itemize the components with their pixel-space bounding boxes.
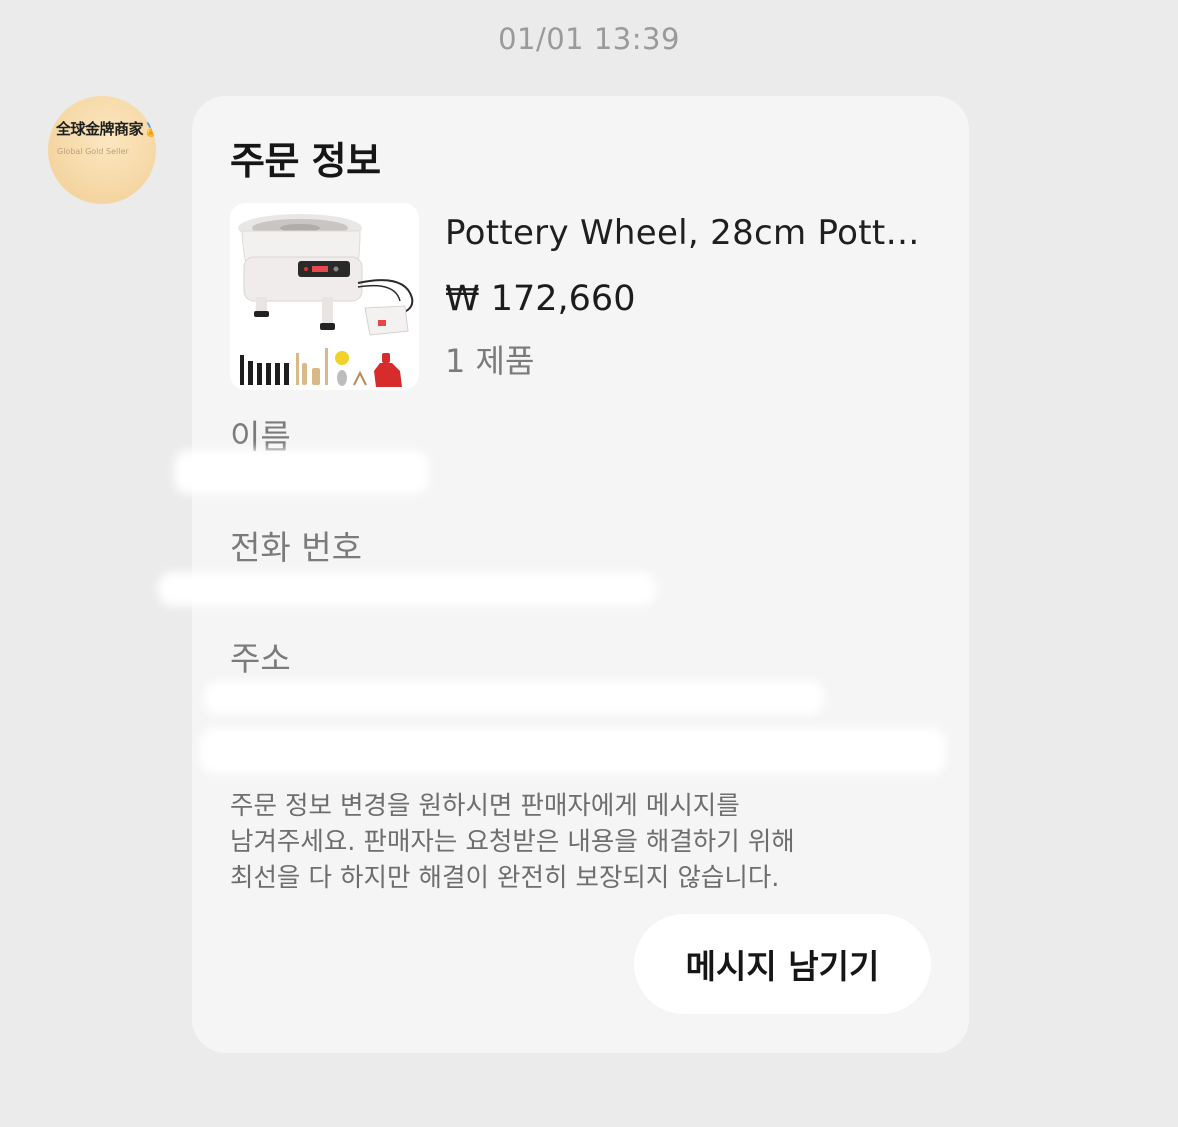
seller-badge-subtitle: Global Gold Seller bbox=[57, 147, 129, 156]
notice-line: 남겨주세요. 판매자는 요청받은 내용을 해결하기 위해 bbox=[230, 827, 795, 857]
name-value-redacted bbox=[174, 450, 429, 494]
phone-value-redacted bbox=[158, 572, 656, 606]
seller-avatar[interactable]: 全球金牌商家🏅 Global Gold Seller bbox=[48, 96, 156, 204]
card-title: 주문 정보 bbox=[230, 139, 381, 183]
pottery-wheel-icon bbox=[230, 203, 419, 390]
product-image[interactable] bbox=[230, 203, 419, 390]
product-quantity: 1 제품 bbox=[445, 342, 535, 380]
address-line2-redacted bbox=[200, 728, 946, 774]
notice-line: 최선을 다 하지만 해결이 완전히 보장되지 않습니다. bbox=[230, 863, 780, 893]
seller-badge-text: 全球金牌商家 bbox=[56, 120, 144, 138]
timestamp: 01/01 13:39 bbox=[498, 22, 680, 56]
order-change-notice: 주문 정보 변경을 원하시면 판매자에게 메시지를 남겨주세요. 판매자는 요청… bbox=[230, 788, 890, 896]
order-info-card: 주문 정보 Pottery Wheel, 28cm Pottery ₩ 172,… bbox=[158, 96, 969, 1053]
address-label: 주소 bbox=[230, 639, 291, 678]
product-name[interactable]: Pottery Wheel, 28cm Pottery Wheel bbox=[445, 213, 935, 253]
medal-icon: 🏅 bbox=[143, 123, 156, 138]
address-line1-redacted bbox=[204, 681, 824, 715]
product-price: ₩ 172,660 bbox=[445, 279, 636, 319]
seller-badge-title: 全球金牌商家🏅 bbox=[56, 118, 156, 139]
leave-message-button[interactable]: 메시지 남기기 bbox=[634, 914, 931, 1014]
phone-label: 전화 번호 bbox=[230, 528, 362, 567]
notice-line: 주문 정보 변경을 원하시면 판매자에게 메시지를 bbox=[230, 791, 740, 821]
